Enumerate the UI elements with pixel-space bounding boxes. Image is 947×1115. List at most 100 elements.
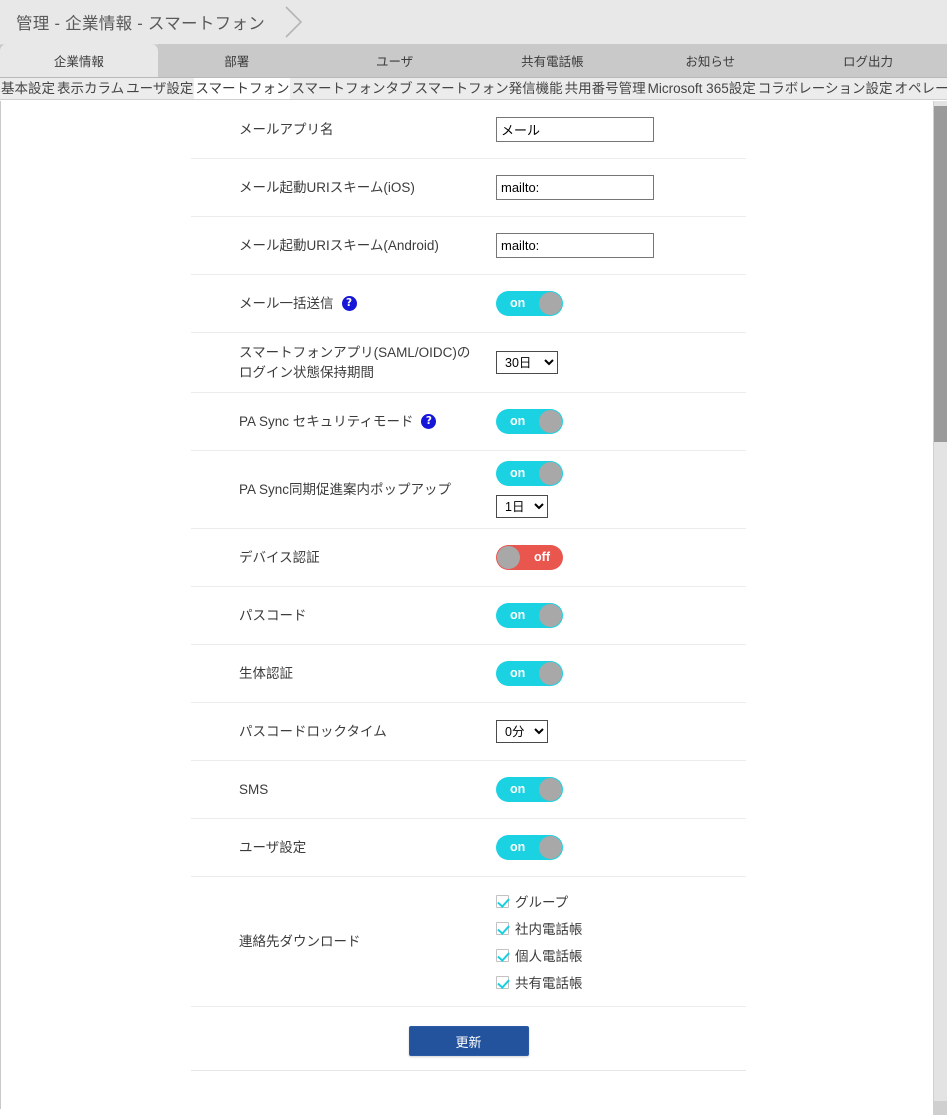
tab-shared-phonebook[interactable]: 共有電話帳 (473, 44, 632, 77)
checkbox-item-group[interactable]: グループ (496, 891, 583, 911)
sms-toggle[interactable]: on (496, 777, 563, 803)
field-label-text: ユーザ設定 (239, 839, 307, 855)
field-label: デバイス認証 (191, 538, 496, 578)
form-row: デバイス認証 off (191, 529, 746, 588)
field-label-text: スマートフォンアプリ(SAML/OIDC)の ログイン状態保持期間 (239, 345, 471, 380)
form-row: メールアプリ名 (191, 101, 746, 159)
user-settings-toggle[interactable]: on (496, 835, 563, 861)
field-control: グループ 社内電話帳 個人電話帳 共有電話帳 (496, 877, 746, 1006)
field-control (496, 223, 746, 268)
subnav-item-basic-settings[interactable]: 基本設定 (0, 78, 56, 99)
subnav-list: 基本設定 表示カラム ユーザ設定 スマートフォン スマートフォンタブ スマートフ… (0, 78, 947, 99)
toggle-knob (539, 462, 562, 486)
checkbox-item-personal-phonebook[interactable]: 個人電話帳 (496, 945, 583, 965)
checkbox-icon[interactable] (496, 921, 509, 935)
toggle-state-label: on (510, 296, 526, 311)
subnav-item-label: ユーザ設定 (126, 81, 194, 96)
bulk-mail-send-toggle[interactable]: on (496, 291, 563, 316)
tab-busho[interactable]: 部署 (157, 44, 316, 77)
field-label: メール一括送信 ? (191, 284, 496, 324)
field-label: メール起動URIスキーム(Android) (191, 226, 496, 266)
subnav-item-shared-number-mgmt[interactable]: 共用番号管理 (563, 78, 647, 99)
help-icon[interactable]: ? (341, 296, 357, 311)
update-button[interactable]: 更新 (408, 1026, 529, 1057)
tab-user[interactable]: ユーザ (315, 44, 474, 77)
field-label: メールアプリ名 (191, 110, 496, 150)
field-label: スマートフォンアプリ(SAML/OIDC)の ログイン状態保持期間 (191, 333, 496, 392)
horizontal-scrollbar[interactable] (0, 1109, 933, 1115)
checkbox-label: 社内電話帳 (515, 922, 583, 938)
tab-log-output[interactable]: ログ出力 (789, 44, 947, 77)
settings-content: メールアプリ名 メール起動URIスキーム(iOS) メール起動URIスキーム(A… (0, 101, 933, 1109)
form-row: スマートフォンアプリ(SAML/OIDC)の ログイン状態保持期間 30日 (191, 333, 746, 394)
toggle-state-label: on (510, 466, 526, 481)
toggle-knob (539, 410, 562, 434)
toggle-state-label: on (510, 666, 526, 681)
field-label-text: メール起動URIスキーム(Android) (239, 237, 439, 253)
form-row: PA Sync セキュリティモード ? on (191, 393, 746, 452)
field-control (496, 107, 746, 152)
form-row: メール起動URIスキーム(iOS) (191, 159, 746, 217)
vertical-scrollbar[interactable] (933, 101, 947, 1109)
subnav-item-label: 基本設定 (1, 81, 55, 96)
field-label: メール起動URIスキーム(iOS) (191, 168, 496, 208)
field-label-text: 生体認証 (239, 665, 293, 681)
form-row: パスコードロックタイム 0分 (191, 703, 746, 762)
mail-app-name-input[interactable] (496, 117, 654, 142)
subnav-item-label: Microsoft 365設定 (647, 81, 756, 96)
field-label: パスコードロックタイム (191, 712, 496, 752)
scrollbar-corner (933, 1101, 947, 1115)
checkbox-item-shared-phonebook[interactable]: 共有電話帳 (496, 972, 583, 992)
subnav-item-smartphone-tab[interactable]: スマートフォンタブ (290, 78, 414, 99)
pa-sync-security-mode-toggle[interactable]: on (496, 409, 563, 435)
field-label-text: メール一括送信 (239, 295, 334, 311)
field-control (496, 165, 746, 210)
toggle-state-label: on (510, 608, 526, 623)
mail-uri-scheme-ios-input[interactable] (496, 175, 654, 200)
help-icon[interactable]: ? (421, 414, 437, 430)
checkbox-icon[interactable] (496, 975, 509, 989)
checkbox-icon[interactable] (496, 948, 509, 962)
tab-label: ログ出力 (843, 55, 894, 69)
pa-sync-popup-interval-select[interactable]: 1日 (496, 495, 548, 519)
field-label-text: パスコードロックタイム (239, 723, 387, 739)
subnav-item-collaboration[interactable]: コラボレーション設定 (756, 78, 894, 99)
login-retention-period-select[interactable]: 30日 (496, 351, 558, 375)
toggle-knob (539, 836, 562, 860)
checkbox-label: 個人電話帳 (515, 949, 583, 965)
checkbox-item-company-phonebook[interactable]: 社内電話帳 (496, 918, 583, 938)
subnav-item-display-columns[interactable]: 表示カラム (56, 78, 126, 99)
vertical-scrollbar-thumb[interactable] (934, 106, 947, 442)
subnav-item-microsoft365[interactable]: Microsoft 365設定 (646, 78, 757, 99)
field-label-text: メール起動URIスキーム(iOS) (239, 179, 415, 195)
checkbox-icon[interactable] (496, 894, 509, 908)
field-label: パスコード (191, 596, 496, 636)
mail-uri-scheme-android-input[interactable] (496, 233, 654, 258)
subnav-item-label: スマートフォンタブ (291, 81, 413, 96)
subnav-item-smartphone-calling[interactable]: スマートフォン発信機能 (413, 78, 564, 99)
toggle-state-label: on (510, 414, 526, 429)
checkbox-label: 共有電話帳 (515, 976, 583, 992)
toggle-knob (539, 662, 562, 686)
subnav-item-operator-input-mgmt[interactable]: オペレータ入力管理 (893, 78, 947, 99)
passcode-toggle[interactable]: on (496, 603, 563, 629)
form-row: メール一括送信 ? on (191, 275, 746, 333)
pa-sync-popup-toggle[interactable]: on (496, 461, 563, 487)
subnav-item-user-settings[interactable]: ユーザ設定 (125, 78, 195, 99)
field-control: 0分 (496, 710, 746, 753)
subnav-item-label: コラボレーション設定 (757, 81, 893, 96)
tab-kigyou-jouhou[interactable]: 企業情報 (0, 44, 158, 77)
biometric-authentication-toggle[interactable]: on (496, 661, 563, 687)
field-control: off (496, 535, 746, 580)
toggle-state-label: on (510, 782, 526, 797)
field-control: on (496, 651, 746, 696)
device-authentication-toggle[interactable]: off (496, 545, 563, 571)
subnav-item-label: オペレータ入力管理 (894, 81, 947, 96)
subnav-item-label: 共用番号管理 (564, 81, 646, 96)
subnav-item-smartphone[interactable]: スマートフォン (194, 78, 291, 99)
field-label-text: パスコード (239, 607, 307, 623)
passcode-lock-time-select[interactable]: 0分 (496, 720, 548, 744)
tab-notices[interactable]: お知らせ (631, 44, 790, 77)
field-control: on (496, 281, 746, 326)
toggle-state-label: on (510, 840, 526, 855)
